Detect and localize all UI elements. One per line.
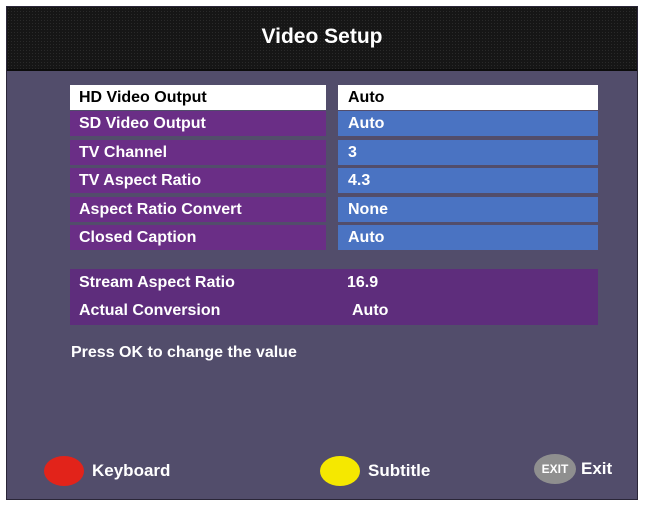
page-title: Video Setup [7, 7, 637, 71]
setting-label-tv-aspect-ratio[interactable]: TV Aspect Ratio [70, 168, 326, 193]
setting-value-tv-channel[interactable]: 3 [338, 140, 598, 165]
keyboard-button[interactable]: Keyboard [44, 456, 170, 486]
stream-aspect-ratio-label: Stream Aspect Ratio [79, 274, 235, 291]
video-setup-screen: Video Setup HD Video Output Auto SD Vide… [6, 6, 638, 500]
setting-value-aspect-ratio-convert[interactable]: None [338, 197, 598, 222]
actual-conversion-label: Actual Conversion [79, 302, 221, 319]
keyboard-label: Keyboard [92, 461, 171, 480]
setting-value-hd-video-output[interactable]: Auto [338, 85, 598, 110]
setting-label-hd-video-output[interactable]: HD Video Output [70, 85, 326, 110]
exit-label: Exit [581, 459, 613, 478]
yellow-button-icon [320, 456, 360, 486]
subtitle-button[interactable]: Subtitle [320, 456, 430, 486]
setting-label-sd-video-output[interactable]: SD Video Output [70, 111, 326, 136]
hint-text: Press OK to change the value [71, 344, 297, 361]
setting-value-closed-caption[interactable]: Auto [338, 225, 598, 250]
subtitle-label: Subtitle [368, 461, 431, 480]
actual-conversion-value: Auto [352, 302, 389, 319]
setting-label-closed-caption[interactable]: Closed Caption [70, 225, 326, 250]
setting-value-sd-video-output[interactable]: Auto [338, 111, 598, 136]
setting-value-tv-aspect-ratio[interactable]: 4.3 [338, 168, 598, 193]
exit-badge-icon: EXIT [534, 454, 576, 484]
setting-label-tv-channel[interactable]: TV Channel [70, 140, 326, 165]
exit-button[interactable]: EXIT Exit [534, 454, 612, 484]
red-button-icon [44, 456, 84, 486]
setting-label-aspect-ratio-convert[interactable]: Aspect Ratio Convert [70, 197, 326, 222]
stream-aspect-ratio-value: 16.9 [347, 274, 379, 291]
